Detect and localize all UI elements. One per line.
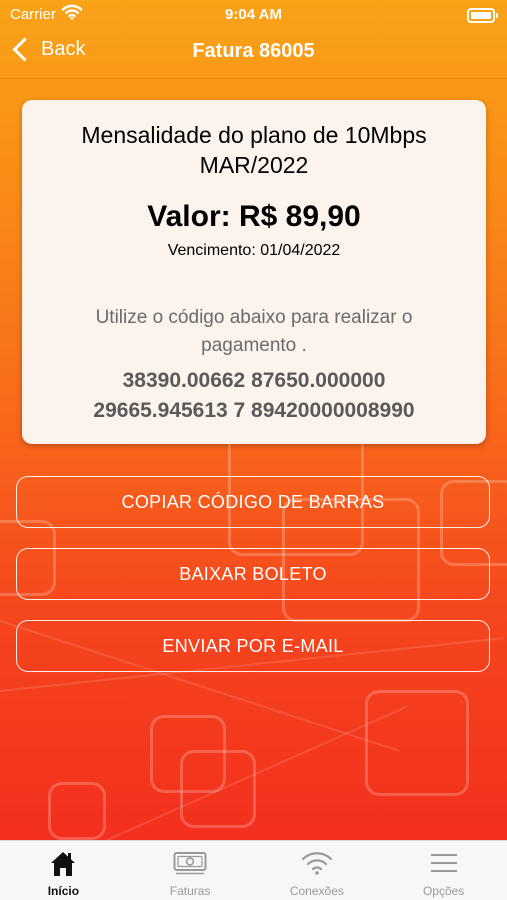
invoice-card: Mensalidade do plano de 10Mbps MAR/2022 … <box>22 100 486 444</box>
tab-conexoes[interactable]: Conexões <box>254 841 381 900</box>
tab-label: Faturas <box>169 884 211 898</box>
background-decoration <box>48 782 106 840</box>
payment-instruction: Utilize o código abaixo para realizar o … <box>95 307 413 356</box>
tab-label: Conexões <box>289 884 344 898</box>
download-boleto-button[interactable]: BAIXAR BOLETO <box>16 548 490 600</box>
plan-name: Mensalidade do plano de 10Mbps <box>81 122 427 148</box>
tab-label: Opções <box>422 884 465 898</box>
due-date: Vencimento: 01/04/2022 <box>167 242 341 259</box>
tab-inicio[interactable]: Início <box>0 841 127 900</box>
background-decoration <box>59 705 408 862</box>
tab-opcoes[interactable]: Opções <box>380 841 507 900</box>
home-icon <box>49 850 77 883</box>
navigation-bar: Back Fatura 86005 <box>0 30 507 79</box>
menu-icon <box>429 850 459 881</box>
invoice-amount: Valor: R$ 89,90 <box>147 200 361 233</box>
battery-icon <box>467 8 498 23</box>
copy-barcode-button[interactable]: COPIAR CÓDIGO DE BARRAS <box>16 476 490 528</box>
barcode-line-1: 38390.00662 87650.000000 <box>122 369 386 392</box>
banknote-icon <box>173 850 207 881</box>
plan-description: Mensalidade do plano de 10Mbps MAR/2022 <box>22 120 486 180</box>
billing-month: MAR/2022 <box>199 152 309 178</box>
wifi-icon <box>301 850 333 881</box>
app-screen: Carrier 9:04 AM Back Fatura 86005 Mensal… <box>0 0 507 900</box>
tab-bar: Início Faturas Conexões Opções <box>0 840 507 900</box>
page-title: Fatura 86005 <box>192 40 315 62</box>
tab-faturas[interactable]: Faturas <box>127 841 254 900</box>
clock: 9:04 AM <box>225 6 282 23</box>
status-bar: Carrier 9:04 AM <box>0 0 507 30</box>
barcode-line-2: 29665.945613 7 89420000008990 <box>93 399 415 422</box>
send-email-button[interactable]: ENVIAR POR E-MAIL <box>16 620 490 672</box>
barcode-number: 38390.00662 87650.000000 29665.945613 7 … <box>22 366 486 426</box>
tab-label: Início <box>47 884 80 898</box>
